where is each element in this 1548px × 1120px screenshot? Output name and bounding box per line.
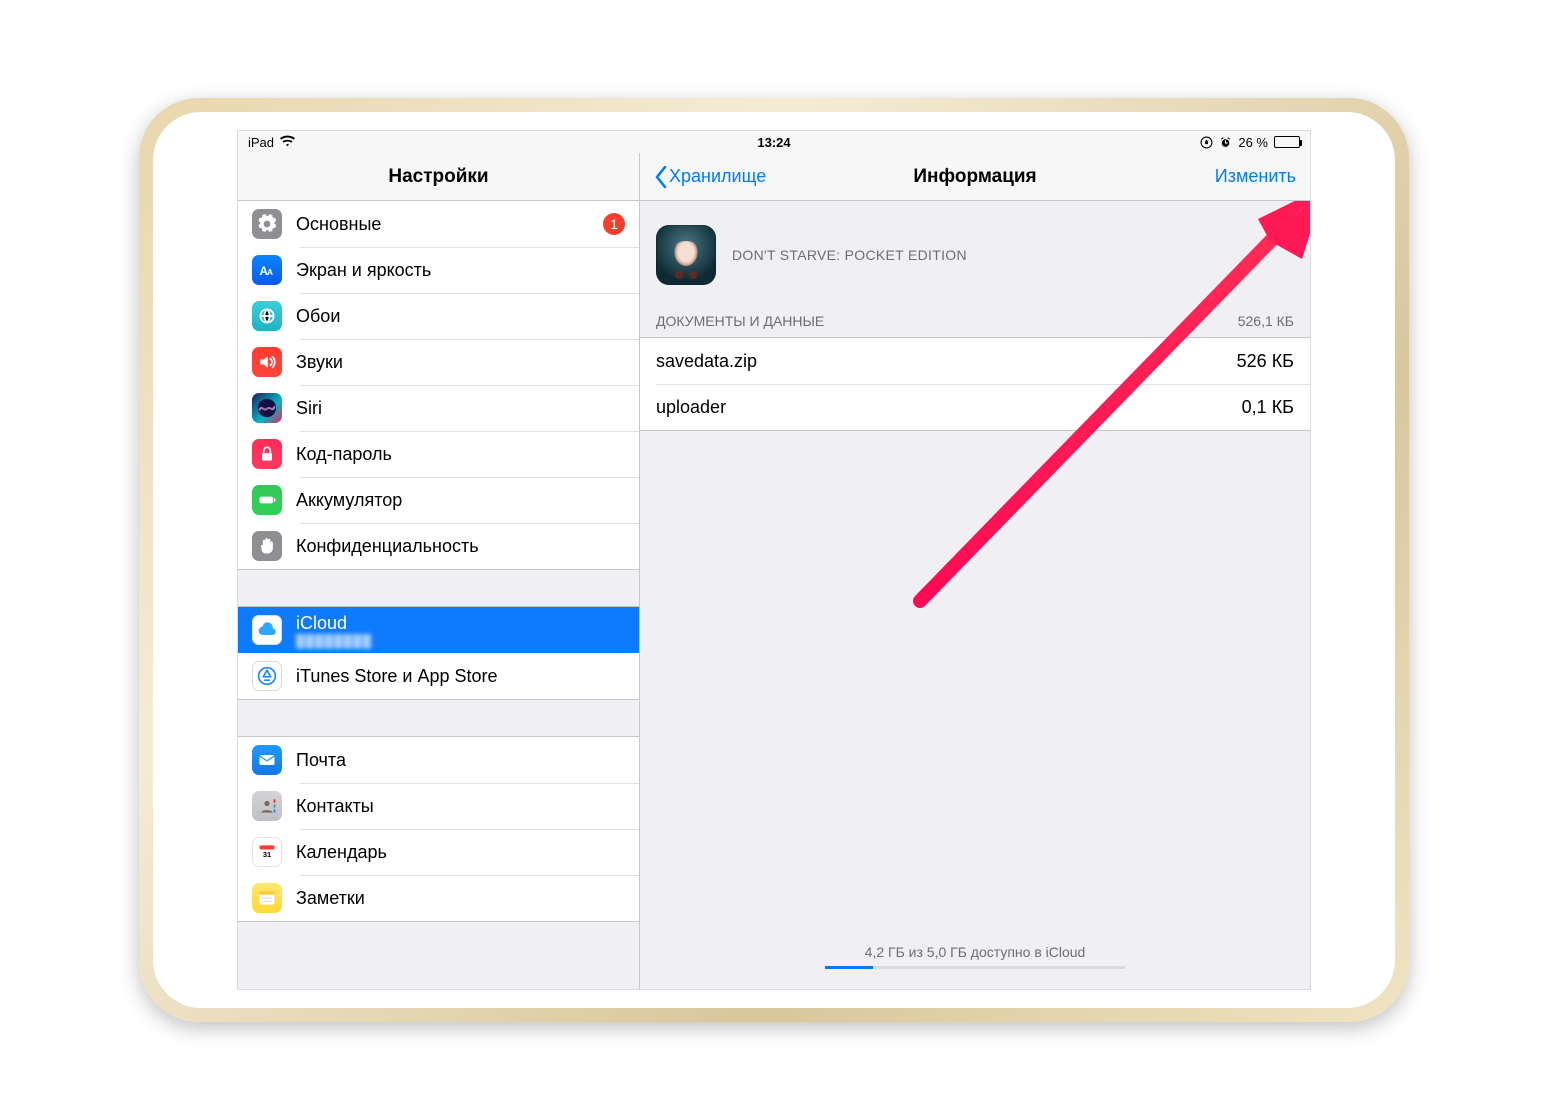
file-row[interactable]: savedata.zip 526 КБ — [640, 338, 1310, 384]
sidebar-item-label: Звуки — [296, 352, 343, 373]
file-name: uploader — [656, 397, 726, 418]
sidebar-item-label: Обои — [296, 306, 340, 327]
sidebar-item-contacts[interactable]: Контакты — [238, 783, 639, 829]
settings-sidebar: Настройки Основные 1 AA Экран и яркость Обои… — [238, 153, 640, 989]
battery-icon — [1274, 136, 1300, 148]
storage-progress — [825, 966, 1125, 969]
hand-icon — [252, 531, 282, 561]
storage-footer-label: 4,2 ГБ из 5,0 ГБ доступно в iCloud — [640, 944, 1310, 960]
sidebar-item-label: Экран и яркость — [296, 260, 431, 281]
storage-progress-fill — [825, 966, 873, 969]
edit-button[interactable]: Изменить — [1215, 166, 1296, 187]
calendar-icon: 31 — [252, 837, 282, 867]
svg-text:A: A — [267, 267, 273, 277]
file-row[interactable]: uploader 0,1 КБ — [640, 384, 1310, 430]
notes-icon — [252, 883, 282, 913]
svg-text:31: 31 — [263, 850, 271, 859]
battery-pct-label: 26 % — [1238, 135, 1268, 150]
sound-icon — [252, 347, 282, 377]
sidebar-item-notes[interactable]: Заметки — [238, 875, 639, 921]
sidebar-item-label: Календарь — [296, 842, 387, 863]
sidebar-item-label: iCloud — [296, 613, 372, 634]
app-header: DON'T STARVE: POCKET EDITION — [640, 201, 1310, 307]
cloud-icon — [252, 615, 282, 645]
sidebar-item-store[interactable]: iTunes Store и App Store — [238, 653, 639, 699]
sidebar-item-cal[interactable]: 31 Календарь — [238, 829, 639, 875]
file-size: 0,1 КБ — [1242, 397, 1294, 418]
battery-icon — [252, 485, 282, 515]
back-label: Хранилище — [669, 166, 766, 187]
sidebar-item-batt[interactable]: Аккумулятор — [238, 477, 639, 523]
mail-icon — [252, 745, 282, 775]
sidebar-item-label: Конфиденциальность — [296, 536, 479, 557]
sidebar-item-label: Почта — [296, 750, 346, 771]
siri-icon — [252, 393, 282, 423]
detail-pane: Хранилище Информация Изменить DON'T STAR… — [640, 153, 1310, 989]
docs-section-total: 526,1 КБ — [1238, 313, 1294, 329]
orientation-lock-icon — [1200, 136, 1213, 149]
clock: 13:24 — [757, 135, 790, 150]
sidebar-item-wall[interactable]: Обои — [238, 293, 639, 339]
storage-footer: 4,2 ГБ из 5,0 ГБ доступно в iCloud — [640, 944, 1310, 969]
sidebar-item-priv[interactable]: Конфиденциальность — [238, 523, 639, 569]
sidebar-item-label: iTunes Store и App Store — [296, 666, 498, 687]
docs-section-title: ДОКУМЕНТЫ И ДАННЫЕ — [656, 313, 824, 329]
chevron-left-icon — [654, 166, 668, 188]
file-name: savedata.zip — [656, 351, 757, 372]
device-label: iPad — [248, 135, 274, 150]
sidebar-item-label: Заметки — [296, 888, 365, 909]
ipad-frame: iPad 13:24 26 % — [139, 98, 1409, 1022]
sidebar-item-mail[interactable]: Почта — [238, 737, 639, 783]
sidebar-item-label: Siri — [296, 398, 322, 419]
detail-title: Информация — [913, 166, 1036, 188]
sidebar-item-display[interactable]: AA Экран и яркость — [238, 247, 639, 293]
sidebar-item-label: Аккумулятор — [296, 490, 402, 511]
sidebar-item-label: Контакты — [296, 796, 374, 817]
back-button[interactable]: Хранилище — [654, 166, 766, 188]
gear-icon — [252, 209, 282, 239]
sidebar-item-sound[interactable]: Звуки — [238, 339, 639, 385]
wallpaper-icon — [252, 301, 282, 331]
file-list: savedata.zip 526 КБ uploader 0,1 КБ — [640, 338, 1310, 431]
app-name-label: DON'T STARVE: POCKET EDITION — [732, 247, 967, 263]
appstore-icon — [252, 661, 282, 691]
docs-section-header: ДОКУМЕНТЫ И ДАННЫЕ 526,1 КБ — [640, 307, 1310, 338]
contacts-icon — [252, 791, 282, 821]
app-thumbnail-icon — [656, 225, 716, 285]
screen: iPad 13:24 26 % — [237, 130, 1311, 990]
wifi-icon — [280, 135, 295, 150]
file-size: 526 КБ — [1237, 351, 1294, 372]
lock-icon — [252, 439, 282, 469]
sidebar-item-siri[interactable]: Siri — [238, 385, 639, 431]
sidebar-item-badge: 1 — [603, 213, 625, 235]
display-icon: AA — [252, 255, 282, 285]
detail-nav: Хранилище Информация Изменить — [640, 153, 1310, 201]
sidebar-item-label: Основные — [296, 214, 381, 235]
sidebar-title: Настройки — [238, 153, 639, 201]
sidebar-item-sublabel: ████████ — [296, 634, 372, 648]
sidebar-item-icloud[interactable]: iCloud████████ — [238, 607, 639, 653]
status-bar: iPad 13:24 26 % — [238, 131, 1310, 153]
sidebar-item-general[interactable]: Основные 1 — [238, 201, 639, 247]
sidebar-item-label: Код-пароль — [296, 444, 392, 465]
sidebar-item-pass[interactable]: Код-пароль — [238, 431, 639, 477]
alarm-icon — [1219, 136, 1232, 149]
